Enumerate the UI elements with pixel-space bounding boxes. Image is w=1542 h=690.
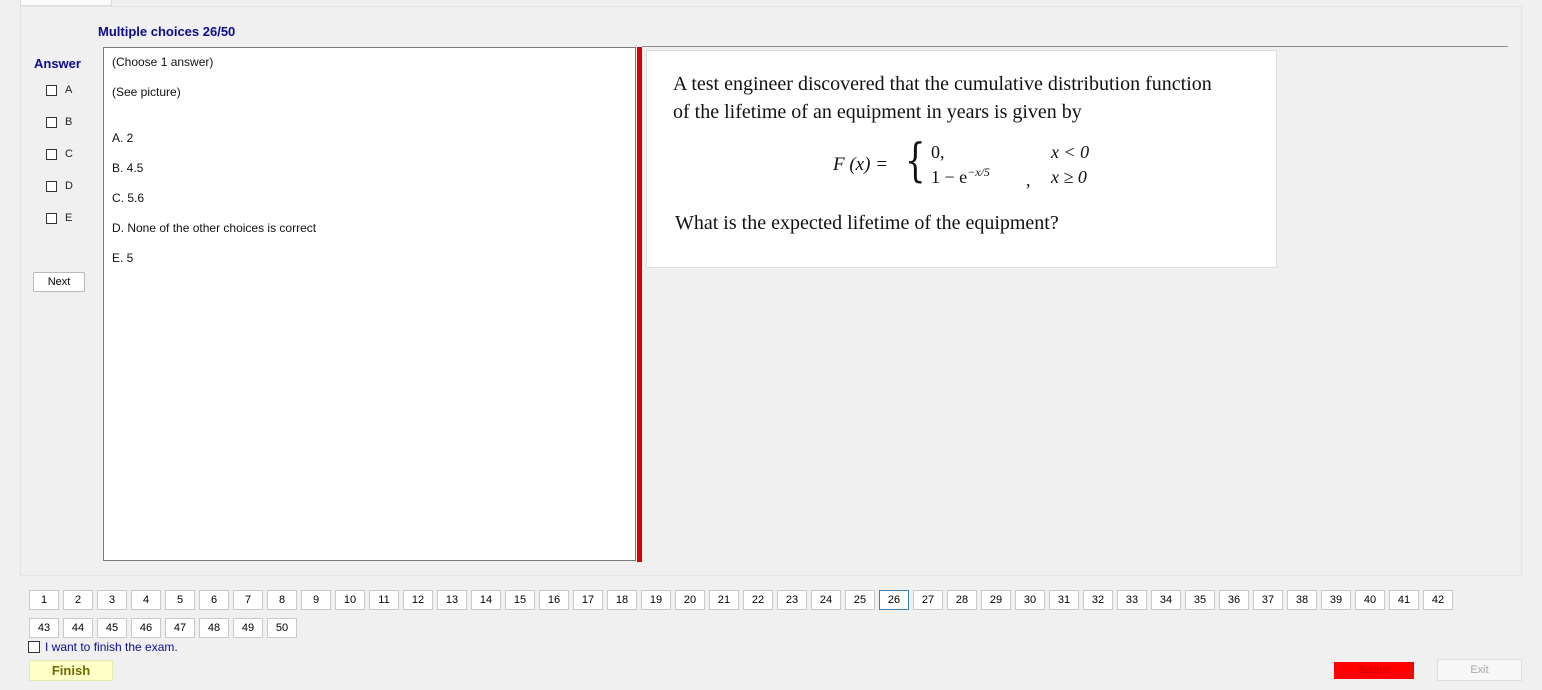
- page-button-15[interactable]: 15: [505, 590, 535, 610]
- formula-case-2-exponent: −x/5: [967, 165, 990, 179]
- page-button-20[interactable]: 20: [675, 590, 705, 610]
- formula-case-2-condition: x ≥ 0: [1051, 167, 1087, 187]
- answer-option-c[interactable]: C: [46, 147, 73, 161]
- page-button-8[interactable]: 8: [267, 590, 297, 610]
- page-button-31[interactable]: 31: [1049, 590, 1079, 610]
- page-button-24[interactable]: 24: [811, 590, 841, 610]
- page-button-17[interactable]: 17: [573, 590, 603, 610]
- checkbox-icon[interactable]: [46, 212, 57, 224]
- page-button-30[interactable]: 30: [1015, 590, 1045, 610]
- next-button[interactable]: Next: [33, 272, 85, 292]
- page-button-21[interactable]: 21: [709, 590, 739, 610]
- page-button-38[interactable]: 38: [1287, 590, 1317, 610]
- page-button-35[interactable]: 35: [1185, 590, 1215, 610]
- page-button-32[interactable]: 32: [1083, 590, 1113, 610]
- page-button-4[interactable]: 4: [131, 590, 161, 610]
- page-button-34[interactable]: 34: [1151, 590, 1181, 610]
- page-button-6[interactable]: 6: [199, 590, 229, 610]
- page-button-10[interactable]: 10: [335, 590, 365, 610]
- page-button-29[interactable]: 29: [981, 590, 1011, 610]
- formula-case-2-value: 1 − e−x/5: [931, 165, 990, 188]
- page-button-5[interactable]: 5: [165, 590, 195, 610]
- formula-case-2-comma: ,: [1026, 170, 1031, 190]
- page-button-3[interactable]: 3: [97, 590, 127, 610]
- page-button-27[interactable]: 27: [913, 590, 943, 610]
- page-button-43[interactable]: 43: [29, 618, 59, 638]
- formula-case-2-base: 1 − e: [931, 167, 968, 187]
- finish-confirm-label: I want to finish the exam.: [45, 640, 178, 654]
- answer-option-label: E: [65, 212, 73, 224]
- checkbox-icon[interactable]: [46, 84, 57, 96]
- left-brace-icon: {: [905, 133, 926, 187]
- choice-item-e: E. 5: [112, 251, 134, 265]
- formula-case-1-condition: x < 0: [1051, 142, 1090, 162]
- choice-item-c: C. 5.6: [112, 191, 145, 205]
- choice-item-a: A. 2: [112, 131, 134, 145]
- page-button-37[interactable]: 37: [1253, 590, 1283, 610]
- page-button-2[interactable]: 2: [63, 590, 93, 610]
- choices-instruction: (Choose 1 answer): [112, 55, 214, 69]
- choice-item-b: B. 4.5: [112, 161, 144, 175]
- page-button-23[interactable]: 23: [777, 590, 807, 610]
- answer-title: Answer: [34, 56, 81, 71]
- page-button-1[interactable]: 1: [29, 590, 59, 610]
- page-button-12[interactable]: 12: [403, 590, 433, 610]
- question-text-line-2: of the lifetime of an equipment in years…: [673, 101, 1082, 123]
- splitter-handle[interactable]: [637, 47, 642, 562]
- page-button-18[interactable]: 18: [607, 590, 637, 610]
- page-button-39[interactable]: 39: [1321, 590, 1351, 610]
- answer-option-d[interactable]: D: [46, 179, 73, 193]
- page-button-46[interactable]: 46: [131, 618, 161, 638]
- page-button-45[interactable]: 45: [97, 618, 127, 638]
- page-button-13[interactable]: 13: [437, 590, 467, 610]
- page-button-50[interactable]: 50: [267, 618, 297, 638]
- page-button-26[interactable]: 26: [879, 590, 909, 610]
- page-button-36[interactable]: 36: [1219, 590, 1249, 610]
- divider-line: [642, 46, 1508, 47]
- choice-item-d: D. None of the other choices is correct: [112, 221, 317, 235]
- finish-button[interactable]: Finish: [29, 660, 113, 681]
- checkbox-icon[interactable]: [28, 641, 40, 653]
- submit-button[interactable]: Submit: [1334, 662, 1414, 679]
- answer-option-label: B: [65, 116, 73, 128]
- page-button-44[interactable]: 44: [63, 618, 93, 638]
- choices-panel: (Choose 1 answer) (See picture) A. 2 B. …: [103, 47, 636, 561]
- exit-button[interactable]: Exit: [1437, 659, 1522, 681]
- page-button-22[interactable]: 22: [743, 590, 773, 610]
- page-button-25[interactable]: 25: [845, 590, 875, 610]
- page-button-9[interactable]: 9: [301, 590, 331, 610]
- formula-lhs: F (x) =: [833, 154, 889, 175]
- page-button-19[interactable]: 19: [641, 590, 671, 610]
- question-counter-title: Multiple choices 26/50: [98, 24, 236, 39]
- page-button-33[interactable]: 33: [1117, 590, 1147, 610]
- page-button-11[interactable]: 11: [369, 590, 399, 610]
- page-button-40[interactable]: 40: [1355, 590, 1385, 610]
- finish-confirm-checkbox[interactable]: I want to finish the exam.: [28, 640, 178, 654]
- page-button-49[interactable]: 49: [233, 618, 263, 638]
- question-picture: A test engineer discovered that the cumu…: [646, 50, 1277, 268]
- answer-option-label: D: [65, 180, 73, 192]
- checkbox-icon[interactable]: [46, 180, 57, 192]
- answer-option-a[interactable]: A: [46, 83, 72, 97]
- page-button-14[interactable]: 14: [471, 590, 501, 610]
- checkbox-icon[interactable]: [46, 148, 57, 160]
- question-text-line-1: A test engineer discovered that the cumu…: [673, 73, 1212, 95]
- page-button-7[interactable]: 7: [233, 590, 263, 610]
- page-button-28[interactable]: 28: [947, 590, 977, 610]
- answer-option-label: A: [65, 84, 73, 96]
- formula-case-1-value: 0,: [931, 142, 945, 162]
- choices-note: (See picture): [112, 85, 181, 99]
- answer-option-b[interactable]: B: [46, 115, 72, 129]
- page-button-42[interactable]: 42: [1423, 590, 1453, 610]
- answer-option-e[interactable]: E: [46, 211, 72, 225]
- question-text-line-3: What is the expected lifetime of the equ…: [675, 212, 1059, 234]
- page-button-16[interactable]: 16: [539, 590, 569, 610]
- page-button-47[interactable]: 47: [165, 618, 195, 638]
- page-button-41[interactable]: 41: [1389, 590, 1419, 610]
- page-button-48[interactable]: 48: [199, 618, 229, 638]
- answer-option-label: C: [65, 148, 73, 160]
- checkbox-icon[interactable]: [46, 116, 57, 128]
